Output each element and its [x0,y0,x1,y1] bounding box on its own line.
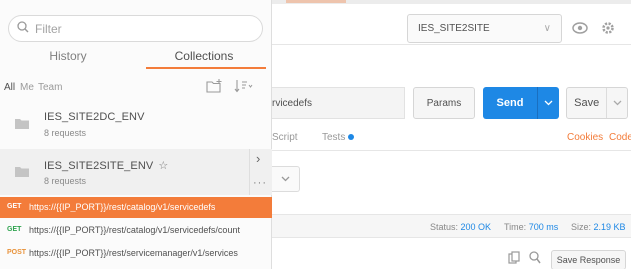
collection-actions: › ··· [249,149,271,195]
request-method: GET [7,203,22,210]
gear-icon[interactable] [597,17,619,39]
folder-icon [15,166,29,177]
response-toolbar: Save Response [272,248,631,269]
collection-name-row: IES_SITE2SITE_ENV ☆ [44,159,168,172]
star-icon[interactable]: ☆ [158,160,168,172]
response-status-bar: Status: 200 OK Time: 700 ms Size: 2.19 K… [272,214,631,238]
copy-icon[interactable] [508,251,520,267]
tab-history-label: History [49,49,87,63]
save-button-label: Save [574,97,600,109]
tab-collections[interactable]: Collections [136,48,272,70]
filter-me[interactable]: Me [20,82,34,93]
folder-icon [15,118,29,129]
sort-icon[interactable] [234,79,254,96]
request-url: https://{{IP_PORT}}/rest/catalog/v1/serv… [29,225,240,235]
active-tab-underline [146,67,266,69]
chevron-down-icon: ∨ [543,23,551,34]
params-button[interactable]: Params [413,87,475,119]
active-tab-indicator [286,0,346,3]
size-info: Size: 2.19 KB [571,222,626,232]
tab-history[interactable]: History [0,48,136,70]
time-label: Time: [504,222,527,232]
cookies-link[interactable]: Cookies [567,132,603,143]
save-button[interactable]: Save [566,87,628,119]
request-url: https://{{IP_PORT}}/rest/catalog/v1/serv… [29,202,216,212]
send-dropdown-icon[interactable] [538,98,559,108]
time-info: Time: 700 ms [504,222,558,232]
tests-indicator-dot [348,134,355,141]
request-method: POST [7,249,27,256]
search-icon[interactable] [529,251,541,267]
filter-all[interactable]: All [4,82,15,93]
send-button-label: Send [496,97,524,109]
sidebar-tabs: History Collections [0,48,272,70]
request-bar: rvicedefs Params Send Save [268,85,631,121]
request-method: GET [7,226,22,233]
collection-count: 8 requests [44,176,87,186]
search-icon [17,21,29,36]
tab-pre-request-script[interactable]: Script [272,132,298,143]
eye-icon[interactable] [569,17,591,39]
request-item[interactable]: GET https://{{IP_PORT}}/rest/catalog/v1/… [0,197,272,218]
search-input[interactable] [35,21,255,36]
time-value: 700 ms [528,222,559,232]
collection-filters: All Me Team [0,76,272,98]
new-collection-icon[interactable] [206,79,223,96]
request-subtabs: Script Tests Cookies Code [272,128,631,148]
url-input[interactable]: rvicedefs [268,87,405,119]
status-info: Status: 200 OK [430,222,491,232]
search-box[interactable] [8,15,263,42]
save-response-button[interactable]: Save Response [551,250,626,269]
send-button[interactable]: Send [483,87,559,119]
environment-value: IES_SITE2SITE [418,23,490,34]
chevron-right-icon[interactable]: › [256,151,260,166]
body-type-select[interactable] [272,166,300,192]
collection-count: 8 requests [44,128,87,138]
save-dropdown-icon[interactable] [607,98,627,108]
status-value: 200 OK [460,222,492,232]
tab-collections-label: Collections [174,49,234,63]
size-value: 2.19 KB [593,222,626,232]
request-builder: IES_SITE2SITE ∨ rvicedefs Params Send Sa… [268,0,631,269]
collection-item[interactable]: IES_SITE2SITE_ENV ☆ 8 requests › ··· [0,149,272,195]
request-url: https://{{IP_PORT}}/rest/servicemanager/… [29,248,238,258]
filter-team[interactable]: Team [38,82,62,93]
collection-item[interactable]: IES_SITE2DC_ENV 8 requests [0,101,272,147]
tab-tests-label: Tests [322,132,346,143]
more-options-icon[interactable]: ··· [253,177,267,189]
collection-name: IES_SITE2DC_ENV [44,111,145,123]
request-item[interactable]: GET https://{{IP_PORT}}/rest/catalog/v1/… [0,220,272,241]
environment-select[interactable]: IES_SITE2SITE ∨ [407,14,562,43]
code-link[interactable]: Code [609,132,631,143]
url-input-value: rvicedefs [272,97,313,109]
request-item[interactable]: POST https://{{IP_PORT}}/rest/serviceman… [0,243,272,264]
header-strip: IES_SITE2SITE ∨ [272,4,631,45]
collection-name: IES_SITE2SITE_ENV [44,160,154,172]
tab-tests[interactable]: Tests [322,132,355,143]
status-label: Status: [430,222,459,232]
divider [272,150,631,151]
size-label: Size: [571,222,592,232]
sidebar: History Collections All Me Team IES_SITE… [0,0,272,269]
